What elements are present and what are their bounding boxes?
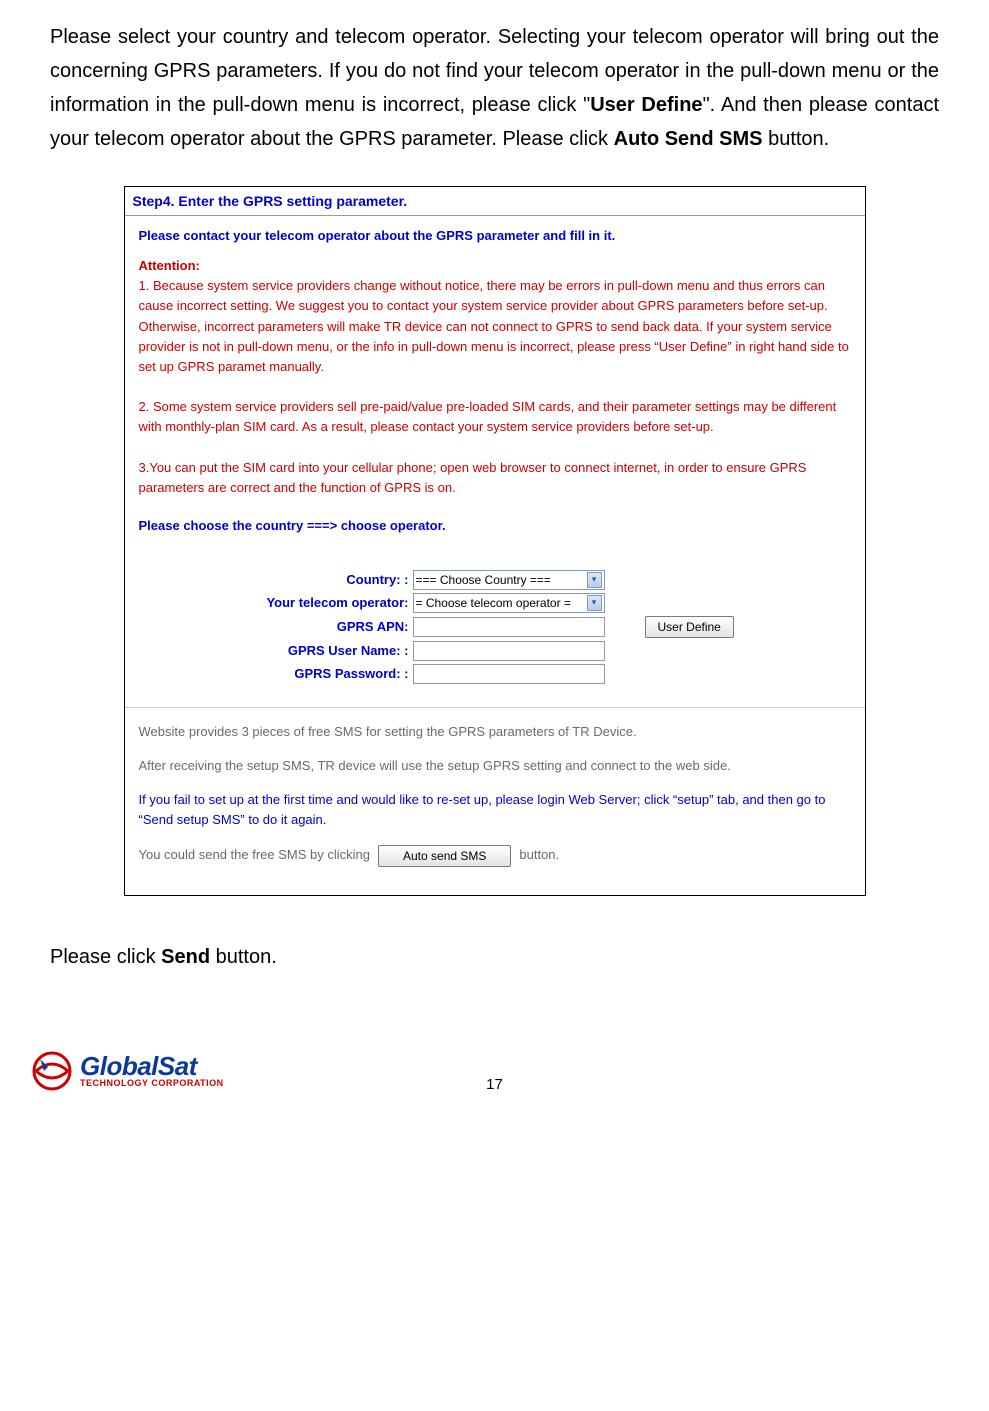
gprs-user-input[interactable] (413, 641, 605, 661)
gprs-form: Country: : === Choose Country === ▾ Your… (125, 570, 865, 707)
contact-operator-note: Please contact your telecom operator abo… (139, 226, 851, 246)
setup-sms-note: After receiving the setup SMS, TR device… (139, 756, 851, 776)
page-footer: GlobalSat TECHNOLOGY CORPORATION 17 (0, 1049, 989, 1105)
post-text-a: Please click (50, 946, 161, 968)
globalsat-logo: GlobalSat TECHNOLOGY CORPORATION (30, 1049, 224, 1093)
apn-input[interactable] (413, 617, 605, 637)
gprs-password-input[interactable] (413, 664, 605, 684)
auto-send-suffix: button. (519, 845, 559, 865)
intro-user-define: User Define (590, 94, 702, 116)
choose-country-instruction: Please choose the country ===> choose op… (139, 516, 851, 536)
country-label: Country: : (139, 572, 413, 587)
logo-brand: GlobalSat (80, 1053, 224, 1079)
logo-icon (30, 1049, 74, 1093)
gprs-password-label: GPRS Password: : (139, 666, 413, 681)
attention-title: Attention: (139, 256, 851, 276)
step4-header: Step4. Enter the GPRS setting parameter. (125, 187, 865, 216)
chevron-down-icon: ▾ (587, 572, 602, 588)
step4-screenshot: Step4. Enter the GPRS setting parameter.… (124, 186, 866, 896)
attention-item-2: 2. Some system service providers sell pr… (139, 397, 851, 437)
gprs-user-label: GPRS User Name: : (139, 643, 413, 658)
resetup-note: If you fail to set up at the first time … (139, 790, 851, 830)
operator-label: Your telecom operator: (139, 595, 413, 610)
intro-auto-send: Auto Send SMS (614, 128, 763, 150)
page-number: 17 (486, 1076, 503, 1093)
click-send-instruction: Please click Send button. (50, 946, 939, 969)
apn-label: GPRS APN: (139, 619, 413, 634)
auto-send-line: You could send the free SMS by clicking … (139, 845, 851, 867)
post-text-c: button. (210, 946, 277, 968)
intro-paragraph: Please select your country and telecom o… (50, 20, 939, 156)
country-select[interactable]: === Choose Country === ▾ (413, 570, 605, 590)
attention-item-3: 3.You can put the SIM card into your cel… (139, 458, 851, 498)
auto-send-prefix: You could send the free SMS by clicking (139, 845, 371, 865)
intro-text: button. (763, 128, 830, 150)
free-sms-note: Website provides 3 pieces of free SMS fo… (139, 722, 851, 742)
attention-item-1: 1. Because system service providers chan… (139, 276, 851, 377)
country-select-value: === Choose Country === (416, 573, 551, 587)
operator-select[interactable]: = Choose telecom operator = ▾ (413, 593, 605, 613)
chevron-down-icon: ▾ (587, 595, 602, 611)
user-define-button[interactable]: User Define (645, 616, 734, 638)
logo-subtitle: TECHNOLOGY CORPORATION (80, 1079, 224, 1088)
post-text-send: Send (161, 946, 210, 968)
auto-send-sms-button[interactable]: Auto send SMS (378, 845, 511, 867)
operator-select-value: = Choose telecom operator = (416, 596, 571, 610)
